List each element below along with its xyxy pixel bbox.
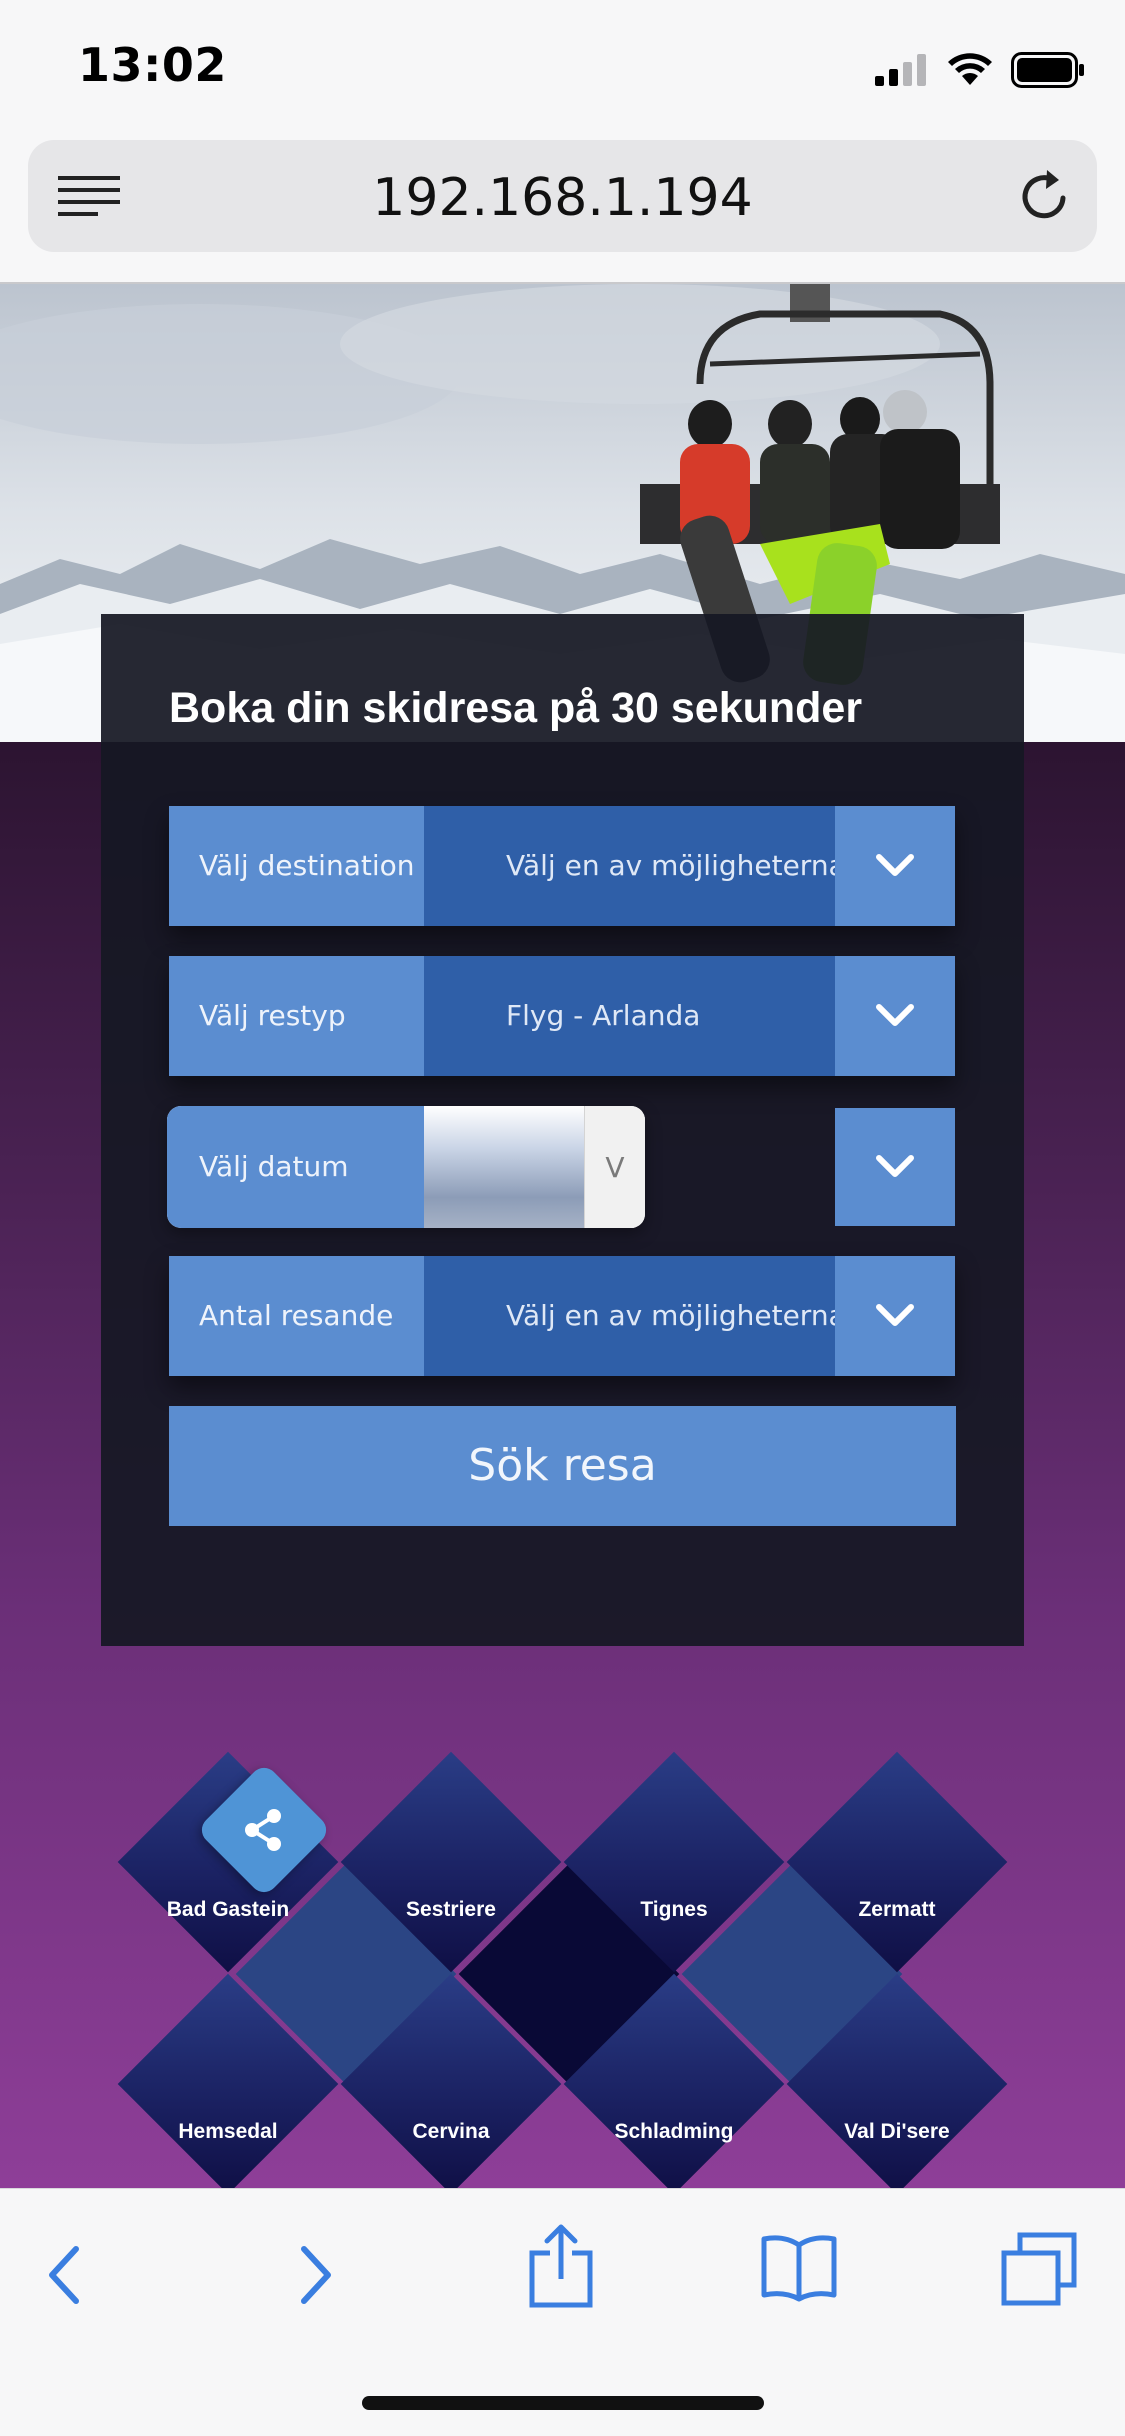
date-label: Välj datum [167, 1106, 424, 1228]
booking-title: Boka din skidresa på 30 sekunder [169, 684, 863, 732]
date-picker-wheel[interactable] [424, 1106, 584, 1228]
travelers-dropdown-button[interactable] [835, 1256, 955, 1376]
destination-dropdown-button[interactable] [835, 806, 955, 926]
destination-label[interactable]: Schladming [564, 2120, 784, 2144]
status-bar: 13:02 [0, 0, 1125, 140]
date-picker[interactable]: Välj datum V [167, 1106, 645, 1228]
date-dropdown-button[interactable] [835, 1108, 955, 1226]
destination-label[interactable]: Val Di'sere [787, 2120, 1007, 2144]
url-text[interactable]: 192.168.1.194 [28, 168, 1097, 228]
destination-label[interactable]: Zermatt [787, 1898, 1007, 1922]
date-picker-chevron[interactable]: V [584, 1106, 645, 1228]
destination-value[interactable]: Välj en av möjligheterna [424, 806, 846, 926]
travel-type-dropdown-button[interactable] [835, 956, 955, 1076]
destination-grid: Bad Gastein Sestriere Tignes Zermatt Hem… [0, 1740, 1125, 2188]
chevron-down-icon [876, 1304, 914, 1326]
reload-icon[interactable] [1017, 168, 1073, 224]
destination-select[interactable]: Välj destination Välj en av möjlighetern… [169, 806, 955, 926]
date-select[interactable]: Välj datum V [167, 1106, 955, 1228]
share-upload-icon[interactable] [528, 2223, 594, 2309]
destination-label: Välj destination [169, 806, 424, 926]
travelers-label: Antal resande [169, 1256, 424, 1376]
chevron-down-icon [876, 1155, 914, 1177]
booking-panel: Boka din skidresa på 30 sekunder Välj de… [101, 614, 1024, 1646]
status-time: 13:02 [78, 38, 227, 92]
chevron-down-icon [876, 1004, 914, 1026]
battery-icon [1011, 52, 1084, 88]
travelers-select[interactable]: Antal resande Välj en av möjligheterna [169, 1256, 955, 1376]
bookmarks-book-icon[interactable] [760, 2233, 838, 2303]
destination-label[interactable]: Sestriere [341, 1898, 561, 1922]
travel-type-label: Välj restyp [169, 956, 424, 1076]
forward-chevron-icon[interactable] [296, 2243, 336, 2307]
tabs-icon[interactable] [1000, 2231, 1078, 2307]
back-chevron-icon[interactable] [44, 2243, 84, 2307]
cellular-signal-icon [875, 54, 926, 86]
search-trip-button[interactable]: Sök resa [169, 1406, 956, 1526]
home-indicator[interactable] [362, 2396, 764, 2410]
travel-type-value[interactable]: Flyg - Arlanda [424, 956, 835, 1076]
wifi-icon [948, 53, 992, 85]
destination-label[interactable]: Bad Gastein [118, 1898, 338, 1922]
share-icon[interactable] [238, 1804, 290, 1856]
travel-type-select[interactable]: Välj restyp Flyg - Arlanda [169, 956, 955, 1076]
destination-label[interactable]: Tignes [564, 1898, 784, 1922]
destination-label[interactable]: Hemsedal [118, 2120, 338, 2144]
destination-label[interactable]: Cervina [341, 2120, 561, 2144]
status-icons [875, 50, 1085, 90]
address-bar[interactable]: 192.168.1.194 [28, 140, 1097, 252]
chevron-down-icon [876, 854, 914, 876]
travelers-value[interactable]: Välj en av möjligheterna [424, 1256, 846, 1376]
